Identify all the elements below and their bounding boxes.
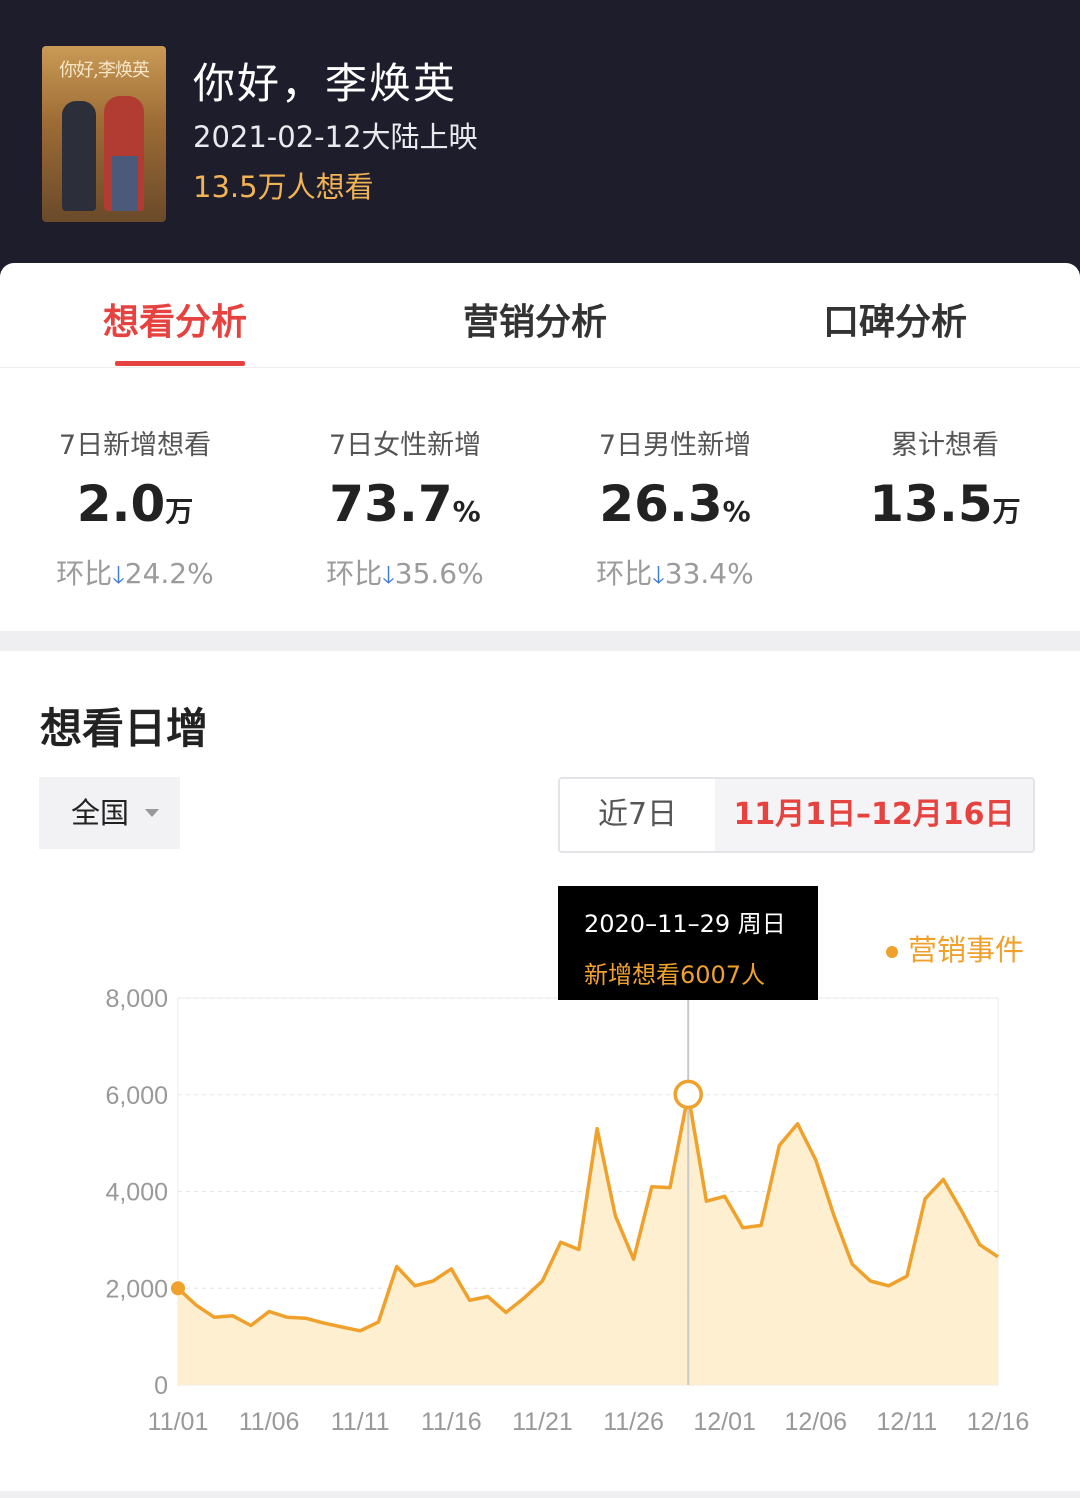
stat-label: 7日男性新增 [598, 430, 752, 461]
movie-title: 你好，李焕英 [193, 59, 458, 108]
analysis-card: 想看分析 营销分析 口碑分析 7日新增想看 2.0万 环比🡓24.2% 7日女性… [0, 263, 1080, 631]
stat-value: 73.7% [329, 475, 481, 533]
y-tick-label: 6,000 [105, 1082, 168, 1110]
x-tick-label: 11/06 [239, 1408, 300, 1436]
release-date: 2021-02-12大陆上映 [193, 120, 478, 154]
stat-7day-male-new: 7日男性新增 26.3% 环比🡓33.4% [540, 423, 810, 599]
down-arrow-icon: 🡓 [112, 561, 125, 589]
stat-7day-female-new: 7日女性新增 73.7% 环比🡓35.6% [270, 423, 540, 599]
y-tick-label: 4,000 [105, 1179, 168, 1207]
stat-label: 7日新增想看 [58, 430, 212, 461]
x-tick-label: 12/06 [784, 1408, 847, 1436]
stat-compare: 环比🡓33.4% [596, 557, 754, 590]
daily-want-chart-card: 想看日增 全国 近7日 11月1日–12月16日 营销事件 0 2,000 4,00… [0, 651, 1080, 1491]
tooltip-value: 新增想看6007人 [584, 961, 766, 989]
bottom-divider [0, 1491, 1080, 1498]
stat-label: 7日女性新增 [328, 430, 482, 461]
x-tick-label: 11/26 [603, 1408, 664, 1436]
x-tick-label: 12/11 [877, 1408, 938, 1436]
active-tab-indicator [115, 361, 245, 366]
x-tick-label: 11/16 [421, 1408, 482, 1436]
x-tick-label: 11/21 [512, 1408, 573, 1436]
poster-title: 你好,李焕英 [59, 60, 150, 81]
x-tick-label: 12/16 [967, 1408, 1030, 1436]
x-tick-label: 11/11 [331, 1408, 390, 1436]
daily-want-area-chart[interactable]: 0 2,000 4,000 6,000 8,000 11/01 11/06 11/11 11/1… [0, 651, 1080, 1491]
stat-total-want: 累计想看 13.5万 [810, 423, 1080, 542]
poster-figure-left [62, 101, 96, 211]
stat-value: 2.0万 [76, 475, 194, 533]
highlight-point-marker[interactable] [673, 1079, 703, 1110]
stat-compare: 环比🡓35.6% [326, 557, 484, 590]
stat-compare: 环比🡓24.2% [56, 557, 214, 590]
stat-value: 13.5万 [869, 475, 1021, 533]
tab-want-analysis[interactable]: 想看分析 [103, 293, 247, 345]
stat-label: 累计想看 [891, 430, 999, 461]
movie-header: 你好,李焕英 你好，李焕英 2021-02-12大陆上映 13.5万人想看 [0, 0, 1080, 280]
poster-figure-right-legs [112, 156, 138, 211]
x-tick-label: 12/01 [693, 1408, 756, 1436]
down-arrow-icon: 🡓 [382, 561, 395, 589]
tab-marketing-analysis[interactable]: 营销分析 [463, 293, 607, 345]
tooltip-date: 2020–11–29 周日 [584, 910, 786, 938]
y-tick-label: 8,000 [105, 985, 168, 1013]
down-arrow-icon: 🡓 [652, 561, 665, 589]
analysis-tabs: 想看分析 营销分析 口碑分析 [0, 263, 1080, 368]
chart-tooltip: 2020–11–29 周日 新增想看6007人 [558, 886, 818, 1000]
x-tick-label: 11/01 [148, 1408, 209, 1436]
y-tick-label: 0 [154, 1372, 168, 1400]
start-point-marker [171, 1281, 185, 1296]
movie-poster[interactable]: 你好,李焕英 [42, 46, 166, 222]
want-count: 13.5万人想看 [193, 170, 374, 204]
stat-7day-new-want: 7日新增想看 2.0万 环比🡓24.2% [0, 423, 270, 599]
stat-value: 26.3% [599, 475, 751, 533]
y-tick-label: 2,000 [105, 1275, 168, 1303]
series-area-fill [178, 1094, 998, 1385]
tab-reputation-analysis[interactable]: 口碑分析 [823, 293, 967, 345]
